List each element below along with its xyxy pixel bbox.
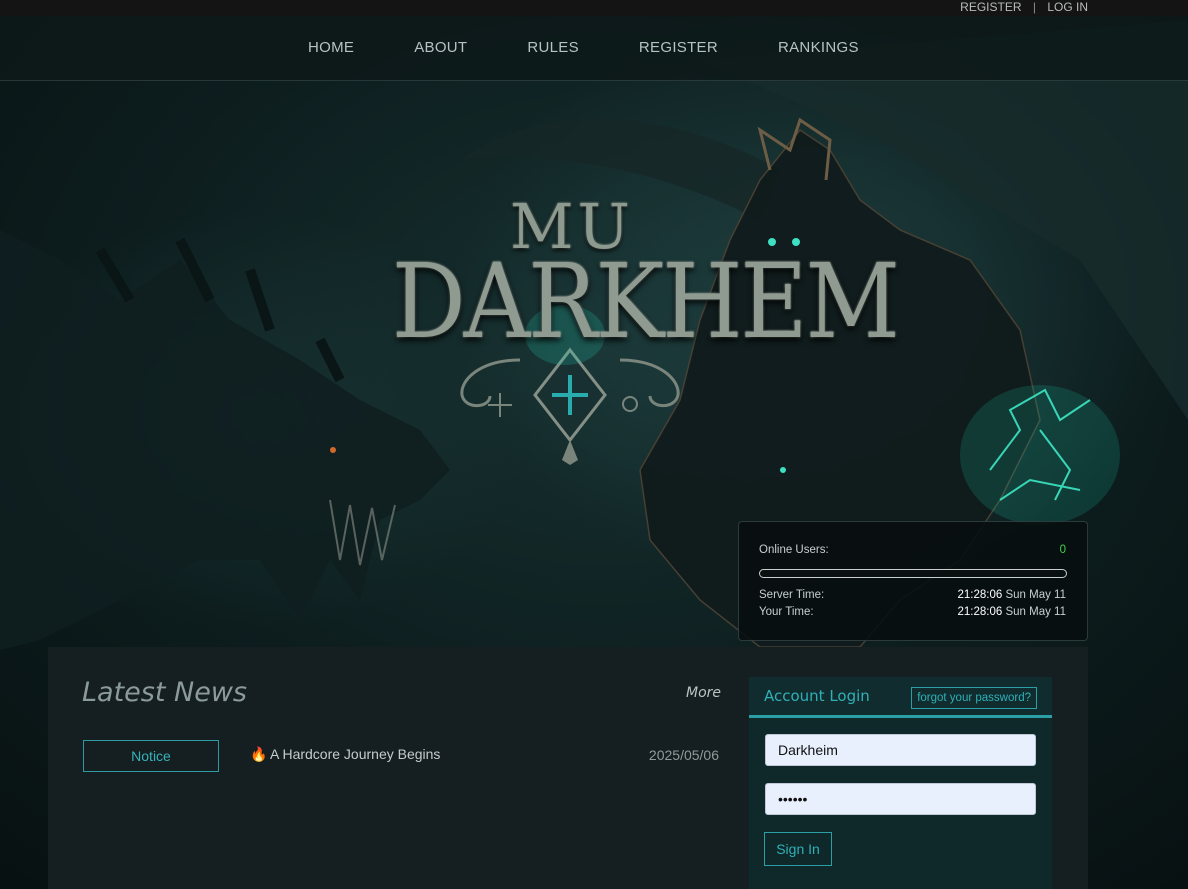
- account-login-box: Account Login forgot your password? Sign…: [749, 677, 1052, 889]
- server-status-panel: Online Users: 0 Server Time: 21:28:06 Su…: [738, 521, 1088, 641]
- nav-items: HOME ABOUT RULES REGISTER RANKINGS: [308, 39, 919, 56]
- top-strip: REGISTER | LOG IN: [0, 0, 1188, 16]
- news-more-link[interactable]: More: [686, 685, 721, 701]
- your-time-label: Your Time:: [759, 606, 814, 618]
- news-date: 2025/05/06: [648, 747, 719, 763]
- news-headline-link[interactable]: 🔥 A Hardcore Journey Begins: [250, 746, 440, 763]
- latest-news-title: Latest News: [82, 677, 247, 708]
- nav-item-rankings[interactable]: RANKINGS: [778, 39, 859, 56]
- account-links: REGISTER | LOG IN: [960, 0, 1088, 14]
- top-login-link[interactable]: LOG IN: [1047, 0, 1088, 14]
- server-time-value: 21:28:06 Sun May 11: [958, 589, 1066, 601]
- news-item[interactable]: Notice 🔥 A Hardcore Journey Begins 2025/0…: [83, 740, 719, 772]
- nav-item-about[interactable]: ABOUT: [414, 39, 467, 56]
- nav-item-rules[interactable]: RULES: [527, 39, 579, 56]
- login-title: Account Login: [764, 687, 870, 705]
- online-users-row: Online Users: 0: [759, 544, 1066, 556]
- nav-item-register[interactable]: REGISTER: [639, 39, 718, 56]
- online-users-bar: [759, 569, 1067, 578]
- logo-line-2: DARKHEM: [392, 241, 900, 362]
- content-panel: Latest News More Notice 🔥 A Hardcore Jour…: [48, 647, 1088, 889]
- sign-in-button[interactable]: Sign In: [764, 832, 832, 866]
- login-header: Account Login forgot your password?: [749, 677, 1052, 718]
- password-field[interactable]: [765, 783, 1036, 815]
- main-navbar: HOME ABOUT RULES REGISTER RANKINGS: [0, 16, 1188, 81]
- top-register-link[interactable]: REGISTER: [960, 0, 1021, 14]
- game-logo: MU DARKHEM: [390, 190, 900, 470]
- forgot-password-link[interactable]: forgot your password?: [911, 687, 1037, 709]
- news-category-badge[interactable]: Notice: [83, 740, 219, 772]
- online-users-count: 0: [1059, 544, 1066, 556]
- your-time-row: Your Time: 21:28:06 Sun May 11: [759, 606, 1066, 618]
- your-time-value: 21:28:06 Sun May 11: [958, 606, 1066, 618]
- top-links-separator: |: [1032, 0, 1036, 14]
- your-time-clock: 21:28:06: [957, 606, 1003, 618]
- news-headline-text: A Hardcore Journey Begins: [270, 746, 441, 762]
- online-users-label: Online Users:: [759, 544, 829, 556]
- server-time-label: Server Time:: [759, 589, 825, 601]
- server-time-row: Server Time: 21:28:06 Sun May 11: [759, 589, 1066, 601]
- server-time-clock: 21:28:06: [957, 589, 1003, 601]
- nav-item-home[interactable]: HOME: [308, 39, 354, 56]
- fire-icon: 🔥: [250, 746, 268, 762]
- your-time-date: Sun May 11: [1005, 606, 1066, 618]
- server-time-date: Sun May 11: [1005, 589, 1066, 601]
- username-field[interactable]: [765, 734, 1036, 766]
